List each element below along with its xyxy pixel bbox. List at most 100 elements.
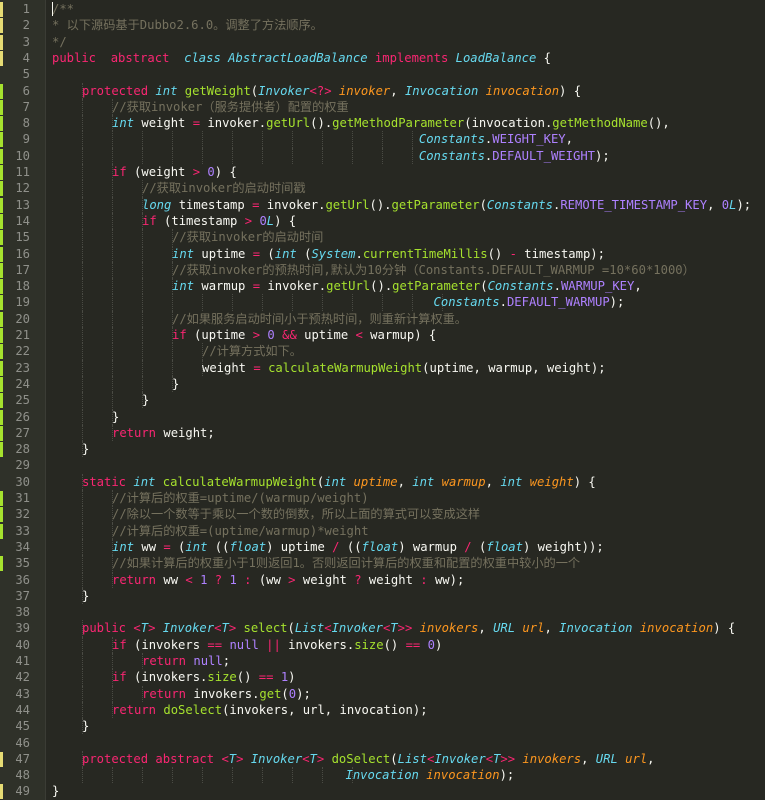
- code-token: .: [499, 295, 507, 310]
- code-text: }: [172, 376, 179, 392]
- code-token: //计算后的权重=uptime/(warmup/weight): [112, 491, 369, 505]
- code-line[interactable]: 37}: [0, 587, 765, 605]
- indent-guide: [112, 196, 114, 213]
- code-token: ): [434, 637, 443, 652]
- code-line[interactable]: 46: [0, 735, 765, 751]
- code-line[interactable]: 29: [0, 457, 765, 473]
- code-line[interactable]: 21 if (uptime > 0 && uptime < warmup) {: [0, 327, 765, 344]
- code-token: List: [294, 621, 325, 636]
- indent-guide: [142, 343, 144, 360]
- code-line[interactable]: 32 //除以一个数等于乘以一个数的倒数，所以上面的算式可以变成这样: [0, 506, 765, 523]
- line-number: 36: [15, 572, 30, 587]
- code-line[interactable]: 26}: [0, 408, 765, 425]
- code-line[interactable]: 13 long timestamp = invoker.getUrl().getP…: [0, 196, 765, 213]
- code-line[interactable]: 5: [0, 66, 765, 82]
- code-line[interactable]: 17 //获取invoker的预热时间,默认为10分钟（Constants.DEF…: [0, 261, 765, 279]
- indent-guide: [142, 278, 144, 295]
- indent-guide: [112, 392, 114, 409]
- code-line[interactable]: 44 return doSelect(invokers, url, invocat…: [0, 701, 765, 719]
- code-token: //如果计算后的权重小于1则返回1。否则返回计算后的权重和配置的权重中较小的一个: [112, 556, 581, 571]
- indent-guide: [82, 98, 84, 116]
- code-line[interactable]: 2 * 以下源码基于Dubbo2.6.0。调整了方法顺序。: [0, 17, 765, 34]
- code-token: invoker.: [200, 116, 267, 131]
- code-text: //获取invoker（服务提供者）配置的权重: [112, 99, 349, 115]
- code-line[interactable]: 39 public <T> Invoker<T> select(List<Invo…: [0, 620, 765, 637]
- code-line[interactable]: 6 protected int getWeight(Invoker<?> invo…: [0, 82, 765, 99]
- code-token: );: [595, 148, 610, 163]
- code-line[interactable]: 24}: [0, 375, 765, 393]
- code-line[interactable]: 7 //获取invoker（服务提供者）配置的权重: [0, 98, 765, 116]
- code-line[interactable]: 34 int ww = (int ((float) uptime / ((floa…: [0, 538, 765, 556]
- code-token: uptime: [296, 328, 356, 342]
- code-line[interactable]: 8 int weight = invoker.getUrl().getMethod…: [0, 115, 765, 132]
- indent-guide: [82, 490, 84, 507]
- code-token: >: [244, 213, 253, 228]
- code-line[interactable]: 30 static int calculateWarmupWeight(int u…: [0, 473, 765, 490]
- code-line[interactable]: 49}: [0, 783, 765, 800]
- code-token: Invocation: [345, 768, 419, 783]
- code-line[interactable]: 35 //如果计算后的权重小于1则返回1。否则返回计算后的权重和配置的权重中较小的…: [0, 555, 765, 572]
- code-line[interactable]: 11 if (weight > 0) {: [0, 164, 765, 181]
- code-line[interactable]: 15 //获取invoker的启动时间: [0, 229, 765, 246]
- code-line[interactable]: 43 return invokers.get(0);: [0, 685, 765, 702]
- indent-guide: [82, 653, 84, 670]
- code-line[interactable]: 1 /**: [0, 1, 765, 17]
- code-line[interactable]: 9 Constants.WEIGHT_KEY,: [0, 131, 765, 148]
- indent-guide: [82, 261, 84, 279]
- code-token: .: [355, 246, 363, 261]
- code-line[interactable]: 48 Invocation invocation);: [0, 767, 765, 784]
- code-token: T: [221, 621, 229, 636]
- code-line[interactable]: 42 if (invokers.size() == 1): [0, 669, 765, 686]
- code-token: }: [172, 376, 180, 391]
- code-token: );: [609, 295, 625, 310]
- code-line[interactable]: 25}: [0, 392, 765, 409]
- code-token: URL: [493, 621, 516, 636]
- indent-guide: [82, 506, 84, 523]
- code-line[interactable]: 27 return weight;: [0, 424, 765, 442]
- code-line[interactable]: 12 //获取invoker的启动时间戳: [0, 180, 765, 197]
- code-line[interactable]: 20 //如果服务启动时间小于预热时间，则重新计算权重。: [0, 310, 765, 327]
- code-editor[interactable]: 1 /** 2 * 以下源码基于Dubbo2.6.0。调整了方法顺序。 3 */ 4 publ…: [0, 0, 765, 800]
- code-line[interactable]: 28}: [0, 441, 765, 458]
- code-text: weight = calculateWarmupWeight(uptime, w…: [202, 360, 606, 376]
- line-number: 3: [22, 34, 30, 49]
- code-line[interactable]: 22 //计算方式如下。: [0, 343, 765, 360]
- code-line[interactable]: 23 weight = calculateWarmupWeight(uptime,…: [0, 359, 765, 376]
- code-text: int ww = (int ((float) uptime / ((float)…: [112, 539, 604, 555]
- code-line[interactable]: 47 protected abstract <T> Invoker<T> doSe…: [0, 750, 765, 768]
- code-token: //获取invoker的启动时间: [172, 230, 324, 245]
- indent-guide: [112, 327, 114, 344]
- indent-guide: [142, 327, 144, 344]
- code-line[interactable]: 4 public abstract class AbstractLoadBalan…: [0, 50, 765, 66]
- code-token: /: [464, 539, 472, 554]
- line-number: 13: [15, 197, 30, 212]
- code-line[interactable]: 3 */: [0, 34, 765, 50]
- line-number: 30: [15, 474, 30, 489]
- code-token: weight: [361, 572, 421, 587]
- code-token: 0: [721, 197, 730, 212]
- code-token: protected: [82, 83, 149, 98]
- code-token: ,: [565, 132, 573, 147]
- code-line[interactable]: 16 int uptime = (int (System.currentTimeM…: [0, 245, 765, 262]
- code-line[interactable]: 38: [0, 604, 765, 620]
- code-line[interactable]: 19 Constants.DEFAULT_WARMUP);: [0, 294, 765, 311]
- code-line[interactable]: 45}: [0, 718, 765, 735]
- line-number: 34: [15, 539, 30, 554]
- code-line[interactable]: 14 if (timestamp > 0L) {: [0, 212, 765, 230]
- code-line[interactable]: 36 return ww < 1 ? 1 : (ww > weight ? wei…: [0, 571, 765, 588]
- code-line[interactable]: 18 int warmup = invoker.getUrl().getParam…: [0, 278, 765, 295]
- code-text: }: [52, 783, 59, 799]
- code-token: get: [259, 686, 282, 701]
- code-token: URL: [595, 751, 618, 766]
- code-token: size: [207, 670, 237, 685]
- code-token: &&: [282, 328, 297, 342]
- code-line[interactable]: 41 return null;: [0, 653, 765, 670]
- code-line[interactable]: 31 //计算后的权重=uptime/(warmup/weight): [0, 490, 765, 507]
- code-line[interactable]: 33 //计算后的权重=(uptime/warmup)*weight: [0, 522, 765, 539]
- code-line[interactable]: 10 Constants.DEFAULT_WEIGHT);: [0, 147, 765, 164]
- code-line[interactable]: 40 if (invokers == null || invokers.size(…: [0, 636, 765, 653]
